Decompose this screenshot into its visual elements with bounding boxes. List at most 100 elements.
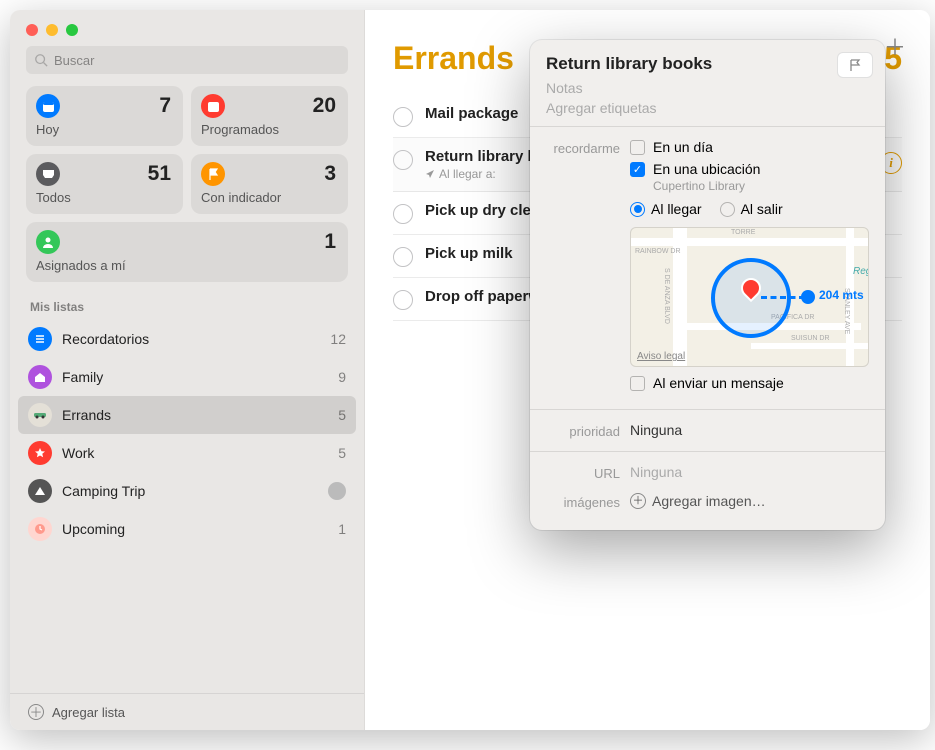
- reminder-details-popover: Return library books Notas Agregar etiqu…: [530, 40, 885, 530]
- legal-link[interactable]: Aviso legal: [637, 351, 685, 362]
- flag-icon: [201, 162, 225, 186]
- smart-count: 1: [324, 230, 336, 254]
- geofence-direction: Al llegar Al salir: [630, 201, 869, 217]
- task-complete-radio[interactable]: [393, 107, 413, 127]
- smart-count: 20: [313, 94, 336, 118]
- radius-value: 204 mts: [819, 288, 864, 302]
- when-messaging-option[interactable]: Al enviar un mensaje: [630, 375, 869, 391]
- close-window-button[interactable]: [26, 24, 38, 36]
- radio-off-icon: [720, 202, 735, 217]
- list-count: 5: [338, 407, 346, 423]
- arriving-radio[interactable]: Al llegar: [630, 201, 702, 217]
- add-reminder-button[interactable]: ＋: [884, 30, 906, 62]
- remind-at-location-option[interactable]: ✓ En una ubicación: [630, 161, 869, 177]
- checkbox-icon[interactable]: [630, 140, 645, 155]
- clock-icon: [28, 517, 52, 541]
- window-controls: [10, 10, 364, 46]
- list-label: Family: [62, 369, 338, 385]
- smart-list-assigned[interactable]: 1 Asignados a mí: [26, 222, 348, 282]
- smart-lists-grid: 7 Hoy 20 Programados 51 Todos: [10, 86, 364, 282]
- list-count: 9: [338, 369, 346, 385]
- search-container: [10, 46, 364, 86]
- smart-label: Asignados a mí: [36, 258, 336, 273]
- maximize-window-button[interactable]: [66, 24, 78, 36]
- plus-circle-icon: ＋: [28, 704, 44, 720]
- street-label: S DE ANZA BLVD: [663, 268, 670, 324]
- remind-me-row: recordarme En un día ✓ En una ubicación …: [530, 133, 885, 403]
- task-complete-radio[interactable]: [393, 290, 413, 310]
- minimize-window-button[interactable]: [46, 24, 58, 36]
- location-name[interactable]: Cupertino Library: [653, 179, 869, 193]
- smart-label: Programados: [201, 122, 336, 137]
- location-map[interactable]: TORRE RAINBOW DR S DE ANZA BLVD PACIFICA…: [630, 227, 869, 367]
- tray-icon: [36, 162, 60, 186]
- list-label: Errands: [62, 407, 338, 423]
- priority-row[interactable]: prioridad Ninguna: [530, 416, 885, 445]
- popover-title[interactable]: Return library books: [546, 54, 869, 74]
- radius-line: [761, 296, 805, 299]
- person-icon: [36, 230, 60, 254]
- notes-field[interactable]: Notas: [546, 80, 869, 96]
- my-lists-header: Mis listas: [10, 282, 364, 320]
- list-row-camping-trip[interactable]: Camping Trip: [18, 472, 356, 510]
- smart-label: Todos: [36, 190, 171, 205]
- tags-field[interactable]: Agregar etiquetas: [546, 100, 869, 116]
- radio-on-icon: [630, 202, 645, 217]
- smart-list-all[interactable]: 51 Todos: [26, 154, 183, 214]
- street-label: RAINBOW DR: [635, 248, 681, 255]
- url-label: URL: [546, 464, 630, 481]
- popover-header: Return library books Notas Agregar etiqu…: [530, 40, 885, 127]
- task-complete-radio[interactable]: [393, 150, 413, 170]
- task-complete-radio[interactable]: [393, 204, 413, 224]
- remind-me-label: recordarme: [546, 139, 630, 156]
- list-row-upcoming[interactable]: Upcoming 1: [18, 510, 356, 548]
- list-count: 1: [338, 521, 346, 537]
- list-count: 12: [330, 331, 346, 347]
- search-input[interactable]: [54, 53, 340, 68]
- smart-list-today[interactable]: 7 Hoy: [26, 86, 183, 146]
- street-label: TORRE: [731, 229, 755, 236]
- flag-outline-icon: [848, 58, 862, 72]
- radius-drag-handle[interactable]: [801, 290, 815, 304]
- calendar-today-icon: [36, 94, 60, 118]
- divider: [530, 409, 885, 410]
- smart-list-scheduled[interactable]: 20 Programados: [191, 86, 348, 146]
- images-row[interactable]: imágenes ＋ Agregar imagen…: [530, 487, 885, 524]
- url-value[interactable]: Ninguna: [630, 464, 869, 480]
- list-bullet-icon: [28, 327, 52, 351]
- smart-list-flagged[interactable]: 3 Con indicador: [191, 154, 348, 214]
- creek-label: Reg: [853, 266, 869, 277]
- shared-icon: [328, 482, 346, 500]
- popover-body: recordarme En un día ✓ En una ubicación …: [530, 127, 885, 530]
- remind-on-day-option[interactable]: En un día: [630, 139, 869, 155]
- task-complete-radio[interactable]: [393, 247, 413, 267]
- add-image-button[interactable]: ＋ Agregar imagen…: [630, 493, 869, 509]
- house-icon: [28, 365, 52, 389]
- search-field[interactable]: [26, 46, 348, 74]
- add-list-label: Agregar lista: [52, 705, 125, 720]
- street-label: SUISUN DR: [791, 335, 830, 342]
- star-icon: [28, 441, 52, 465]
- list-label: Recordatorios: [62, 331, 330, 347]
- list-label: Camping Trip: [62, 483, 322, 499]
- priority-value[interactable]: Ninguna: [630, 422, 869, 438]
- divider: [530, 451, 885, 452]
- checkbox-checked-icon[interactable]: ✓: [630, 162, 645, 177]
- user-lists: Recordatorios 12 Family 9 Errands 5: [10, 320, 364, 693]
- leaving-radio[interactable]: Al salir: [720, 201, 783, 217]
- list-row-family[interactable]: Family 9: [18, 358, 356, 396]
- list-label: Work: [62, 445, 338, 461]
- smart-count: 7: [159, 94, 171, 118]
- list-row-recordatorios[interactable]: Recordatorios 12: [18, 320, 356, 358]
- add-list-button[interactable]: ＋ Agregar lista: [10, 693, 364, 730]
- checkbox-icon[interactable]: [630, 376, 645, 391]
- list-label: Upcoming: [62, 521, 338, 537]
- list-row-errands[interactable]: Errands 5: [18, 396, 356, 434]
- list-row-work[interactable]: Work 5: [18, 434, 356, 472]
- url-row[interactable]: URL Ninguna: [530, 458, 885, 487]
- sidebar: 7 Hoy 20 Programados 51 Todos: [10, 10, 365, 730]
- flag-toggle-button[interactable]: [837, 52, 873, 78]
- smart-count: 51: [148, 162, 171, 186]
- images-label: imágenes: [546, 493, 630, 510]
- list-title: Errands: [393, 40, 514, 77]
